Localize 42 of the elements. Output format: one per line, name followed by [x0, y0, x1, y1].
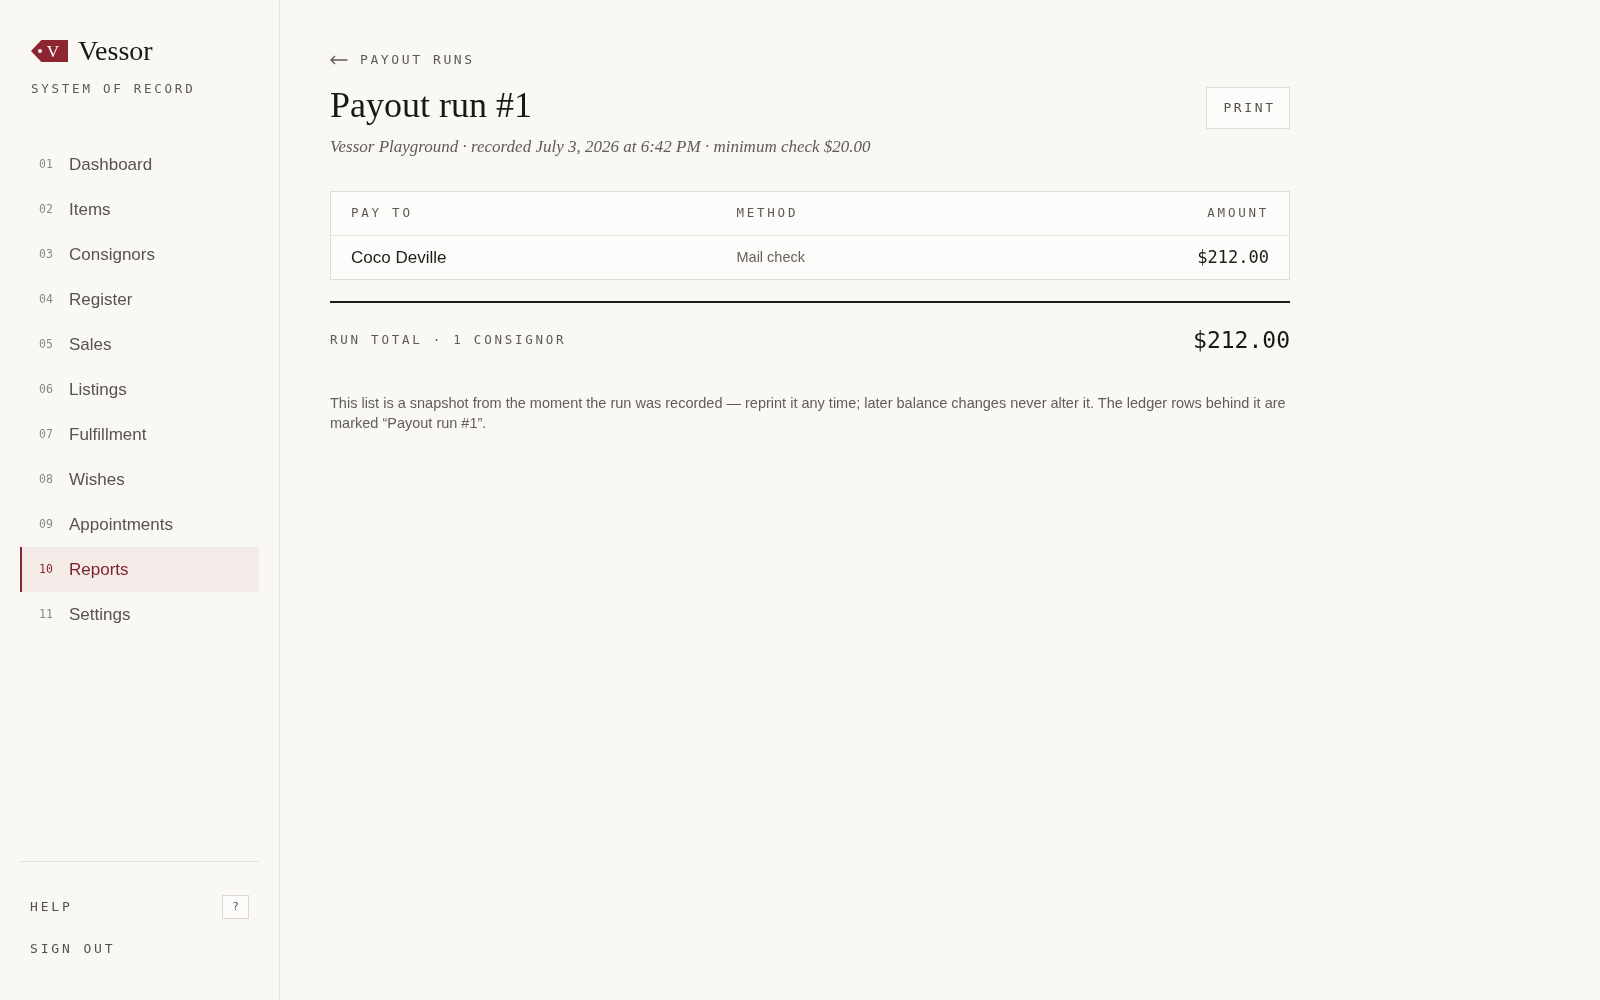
- help-link[interactable]: HELP: [30, 897, 73, 917]
- nav-number: 02: [39, 200, 54, 218]
- nav-item[interactable]: 05 Sales: [20, 321, 259, 367]
- nav-number: 06: [39, 380, 54, 398]
- nav-item[interactable]: 11 Settings: [20, 591, 259, 637]
- page-subtitle: Vessor Playground · recorded July 3, 2026 at 6:42 PM · minimum check $20.00: [330, 136, 871, 156]
- brand-logo: V: [31, 40, 68, 62]
- table-cell: Coco Deville: [330, 235, 717, 280]
- nav-item[interactable]: 09 Appointments: [20, 501, 259, 547]
- nav-item[interactable]: 04 Register: [20, 276, 259, 322]
- nav-number: 11: [39, 605, 54, 623]
- nav-number: 10: [39, 560, 54, 578]
- nav-number: 01: [39, 155, 54, 173]
- nav-number: 04: [39, 290, 54, 308]
- print-button[interactable]: PRINT: [1206, 87, 1290, 129]
- total-label: RUN TOTAL · 1 CONSIGNOR: [330, 330, 567, 349]
- nav-number: 09: [39, 515, 54, 533]
- nav-item[interactable]: 01 Dashboard: [20, 141, 259, 187]
- nav-item[interactable]: 06 Listings: [20, 366, 259, 412]
- nav-item[interactable]: 08 Wishes: [20, 456, 259, 502]
- nav-number: 08: [39, 470, 54, 488]
- back-link[interactable]: PAYOUT RUNS: [330, 50, 475, 70]
- sign-out-link[interactable]: SIGN OUT: [30, 939, 116, 959]
- nav-number: 03: [39, 245, 54, 263]
- nav-number: 07: [39, 425, 54, 443]
- column-header: PAY TO: [330, 191, 717, 236]
- nav-item[interactable]: 10 Reports: [20, 546, 259, 592]
- column-header: METHOD: [716, 191, 999, 236]
- page-title: Payout run #1: [330, 86, 533, 126]
- arrow-left-icon: [330, 55, 348, 65]
- brand-name: Vessor: [78, 37, 153, 65]
- nav-item[interactable]: 02 Items: [20, 186, 259, 232]
- nav-item[interactable]: 03 Consignors: [20, 231, 259, 277]
- total-amount: $212.00: [1193, 326, 1290, 356]
- nav-item[interactable]: 07 Fulfillment: [20, 411, 259, 457]
- nav-number: 05: [39, 335, 54, 353]
- column-header: AMOUNT: [998, 191, 1290, 236]
- note-text: This list is a snapshot from the moment the run was recorded — reprint it any time; later balance changes never alter it. The ledger rows behind it are marked “Payout run #1”.: [330, 393, 1287, 433]
- table-cell: $212.00: [998, 235, 1290, 280]
- table-cell: Mail check: [716, 235, 999, 280]
- brand-tagline: SYSTEM OF RECORD: [31, 81, 196, 96]
- shortcut-key: ?: [222, 895, 249, 919]
